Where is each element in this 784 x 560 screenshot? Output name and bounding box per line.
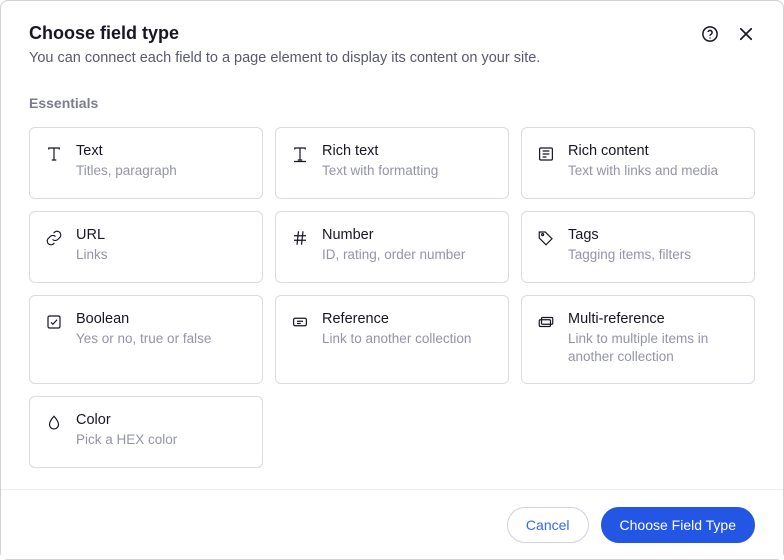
multi-reference-icon [536, 312, 556, 332]
field-type-color[interactable]: Color Pick a HEX color [29, 396, 263, 468]
field-type-multi-reference[interactable]: Multi-reference Link to multiple items i… [521, 295, 755, 384]
field-desc: Text with links and media [568, 162, 740, 180]
boolean-icon [44, 312, 64, 332]
dialog-header: Choose field type You can connect each f… [1, 1, 783, 68]
field-desc: Links [76, 246, 248, 264]
field-type-rich-text[interactable]: Rich text Text with formatting [275, 127, 509, 199]
field-type-number[interactable]: Number ID, rating, order number [275, 211, 509, 283]
field-type-boolean[interactable]: Boolean Yes or no, true or false [29, 295, 263, 384]
url-icon [44, 228, 64, 248]
close-icon[interactable] [737, 25, 755, 43]
section-label-essentials: Essentials [29, 95, 755, 111]
dialog-title: Choose field type [29, 23, 755, 44]
field-title: Rich text [322, 142, 494, 160]
field-type-reference[interactable]: Reference Link to another collection [275, 295, 509, 384]
field-desc: Titles, paragraph [76, 162, 248, 180]
choose-field-type-button[interactable]: Choose Field Type [601, 507, 755, 543]
cancel-button[interactable]: Cancel [507, 507, 589, 543]
field-desc: Tagging items, filters [568, 246, 740, 264]
field-type-tags[interactable]: Tags Tagging items, filters [521, 211, 755, 283]
field-title: Reference [322, 310, 494, 328]
text-icon [44, 144, 64, 164]
field-desc: Yes or no, true or false [76, 330, 248, 348]
field-desc: ID, rating, order number [322, 246, 494, 264]
field-type-url[interactable]: URL Links [29, 211, 263, 283]
number-icon [290, 228, 310, 248]
dialog-body[interactable]: Essentials Text Titles, paragraph Rich t… [1, 89, 783, 489]
field-title: Color [76, 411, 248, 429]
help-icon[interactable] [701, 25, 719, 43]
field-type-text[interactable]: Text Titles, paragraph [29, 127, 263, 199]
rich-text-icon [290, 144, 310, 164]
color-icon [44, 413, 64, 433]
field-desc: Link to another collection [322, 330, 494, 348]
field-title: Number [322, 226, 494, 244]
field-title: Tags [568, 226, 740, 244]
field-title: Multi-reference [568, 310, 740, 328]
field-title: Rich content [568, 142, 740, 160]
field-desc: Text with formatting [322, 162, 494, 180]
tags-icon [536, 228, 556, 248]
field-title: URL [76, 226, 248, 244]
field-title: Boolean [76, 310, 248, 328]
dialog-subtitle: You can connect each field to a page ele… [29, 48, 755, 68]
dialog-footer: Cancel Choose Field Type [1, 489, 783, 559]
field-desc: Pick a HEX color [76, 431, 248, 449]
reference-icon [290, 312, 310, 332]
field-title: Text [76, 142, 248, 160]
rich-content-icon [536, 144, 556, 164]
field-desc: Link to multiple items in another collec… [568, 330, 740, 366]
field-type-grid: Text Titles, paragraph Rich text Text wi… [29, 127, 755, 468]
field-type-rich-content[interactable]: Rich content Text with links and media [521, 127, 755, 199]
